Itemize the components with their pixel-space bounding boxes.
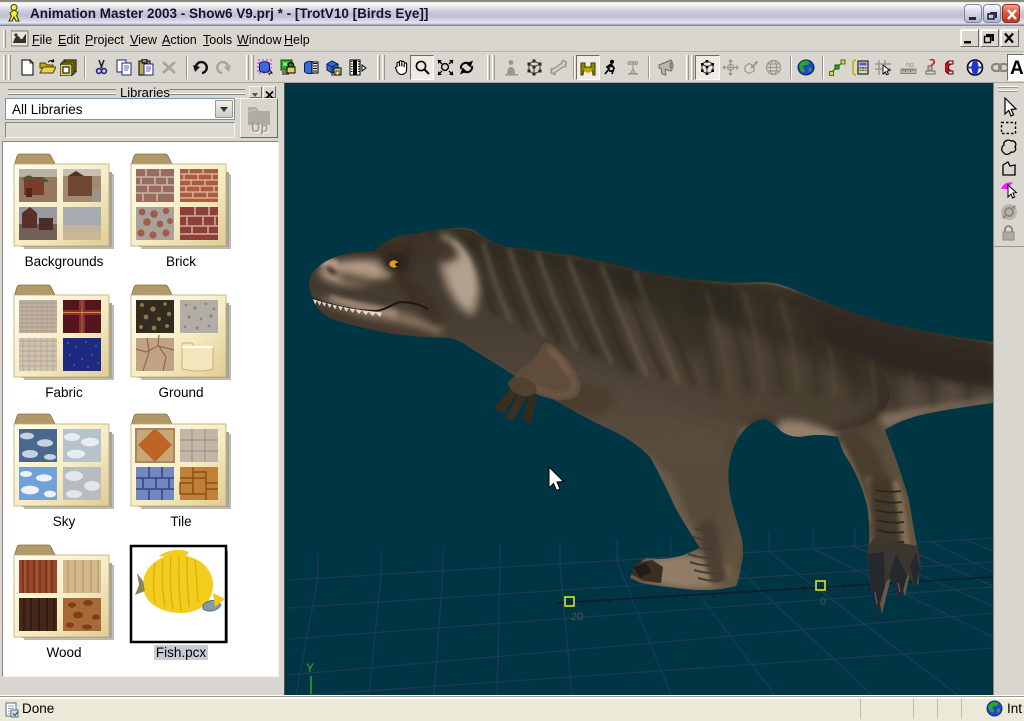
svg-text:Y: Y bbox=[306, 661, 314, 675]
svg-text:no: no bbox=[906, 62, 914, 69]
svg-text:A: A bbox=[1010, 58, 1024, 77]
svg-text:Up: Up bbox=[251, 120, 268, 135]
svg-text:20: 20 bbox=[571, 611, 583, 623]
svg-text:0: 0 bbox=[820, 596, 826, 608]
